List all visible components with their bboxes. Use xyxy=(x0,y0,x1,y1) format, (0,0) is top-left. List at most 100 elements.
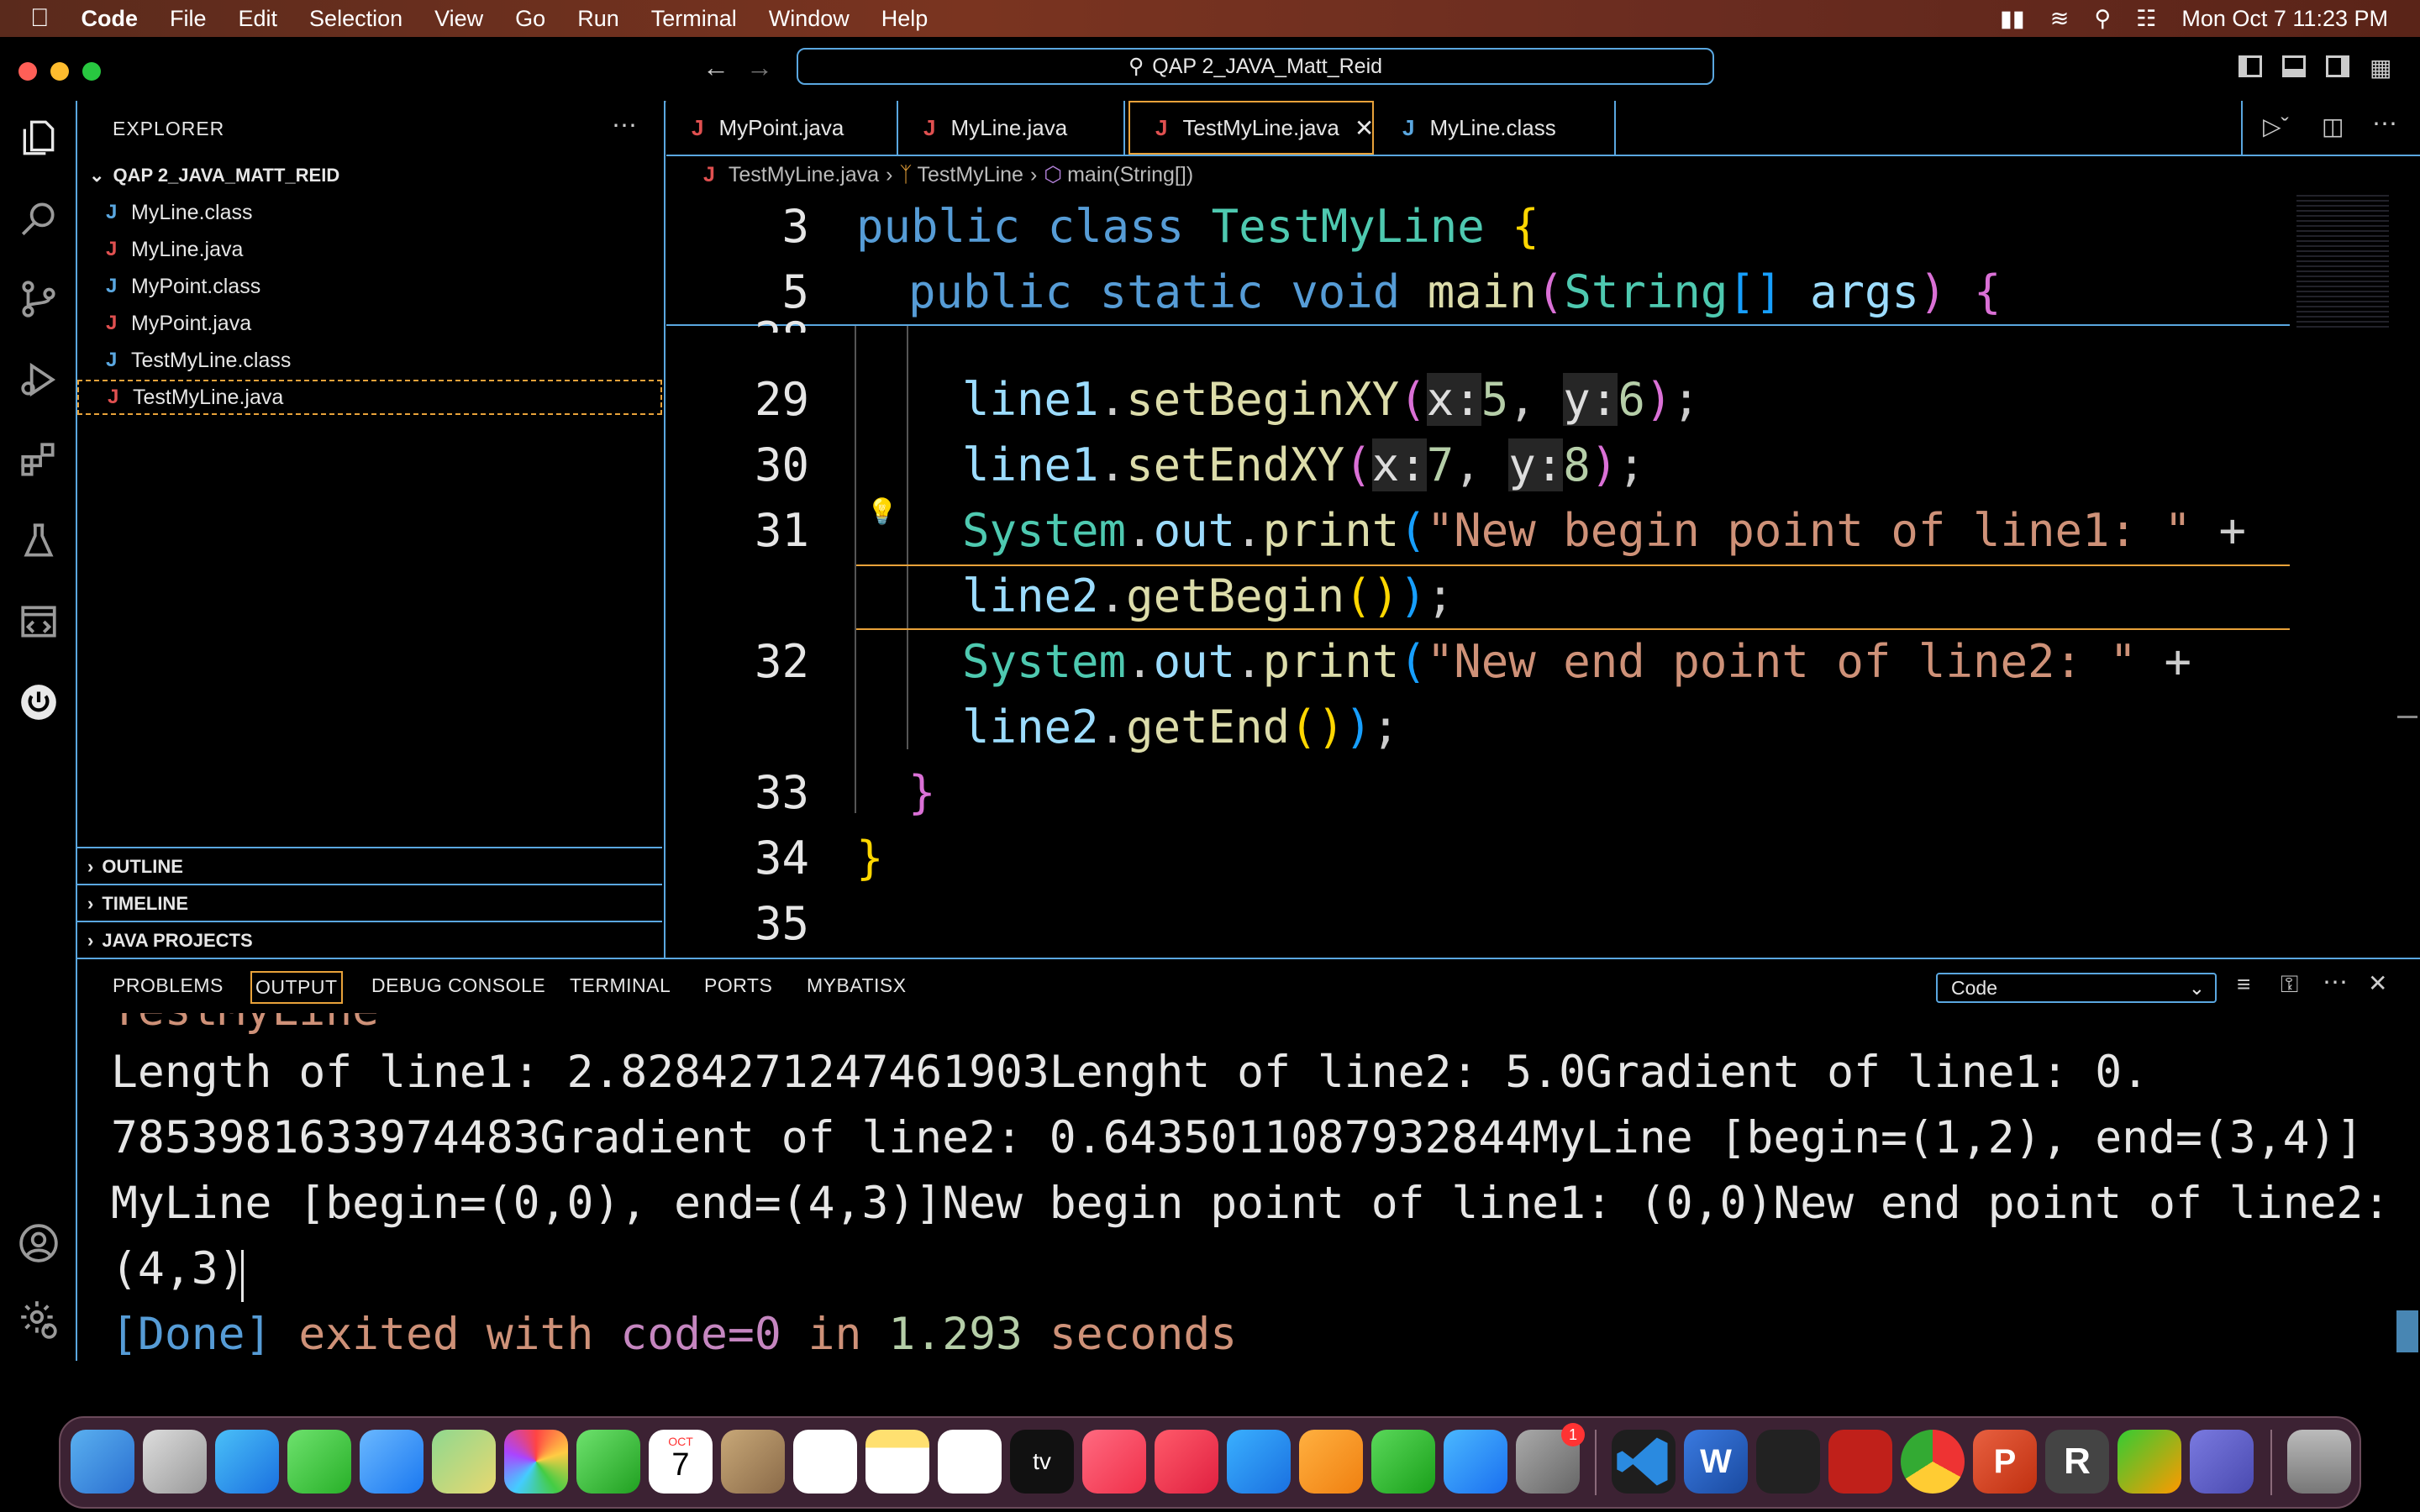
menu-run[interactable]: Run xyxy=(577,6,619,32)
accounts-icon[interactable] xyxy=(0,1210,77,1277)
menu-help[interactable]: Help xyxy=(881,6,929,32)
photos-icon[interactable] xyxy=(504,1430,568,1494)
more-actions-icon[interactable]: ⋯ xyxy=(612,111,637,140)
acrobat-icon[interactable] xyxy=(1828,1430,1892,1494)
trash-icon[interactable] xyxy=(2287,1430,2351,1494)
menu-file[interactable]: File xyxy=(170,6,207,32)
manage-gear-icon[interactable] xyxy=(0,1285,77,1352)
source-control-icon[interactable] xyxy=(0,265,77,333)
outline-section[interactable]: › OUTLINE xyxy=(77,847,662,885)
control-center-icon[interactable]: ☷ xyxy=(2136,6,2156,32)
remote-explorer-icon[interactable] xyxy=(0,588,77,655)
breadcrumb-class[interactable]: TestMyLine xyxy=(918,163,1023,187)
tab-problems[interactable]: PROBLEMS xyxy=(113,974,224,997)
breadcrumb-file[interactable]: TestMyLine.java xyxy=(729,163,879,187)
finder-icon[interactable] xyxy=(71,1430,134,1494)
tab-mybatisx[interactable]: MYBATISX xyxy=(807,974,907,997)
file-myline-java[interactable]: J MyLine.java xyxy=(77,232,662,267)
zoom-window-button[interactable] xyxy=(82,62,101,81)
menu-edit[interactable]: Edit xyxy=(239,6,278,32)
tab-testmyline-java[interactable]: J TestMyLine.java ✕ xyxy=(1128,101,1374,155)
explorer-icon[interactable] xyxy=(0,104,77,171)
customize-layout-icon[interactable]: ▦ xyxy=(2370,54,2391,81)
keynote-icon[interactable] xyxy=(1227,1430,1291,1494)
apple-tv-icon[interactable]: tv xyxy=(1010,1430,1074,1494)
numbers-icon[interactable] xyxy=(1371,1430,1435,1494)
power-extension-icon[interactable] xyxy=(0,669,77,736)
panel-more-icon[interactable]: ⋯ xyxy=(2323,968,2348,997)
freeform-icon[interactable] xyxy=(938,1430,1002,1494)
maps-icon[interactable] xyxy=(432,1430,496,1494)
minimize-window-button[interactable] xyxy=(50,62,69,81)
run-play-icon[interactable]: ▷ˇ xyxy=(2263,113,2289,140)
file-myline-class[interactable]: J MyLine.class xyxy=(77,195,662,230)
run-debug-icon[interactable] xyxy=(0,346,77,413)
battery-icon[interactable]: ▮▮ xyxy=(2000,6,2025,32)
lightbulb-icon[interactable]: 💡 xyxy=(866,497,897,527)
testing-icon[interactable] xyxy=(0,507,77,575)
notes-icon[interactable] xyxy=(865,1430,929,1494)
tab-mypoint-java[interactable]: J MyPoint.java xyxy=(666,101,898,155)
java-projects-section[interactable]: › JAVA PROJECTS xyxy=(77,921,662,959)
tab-ports[interactable]: PORTS xyxy=(704,974,772,997)
tab-output[interactable]: OUTPUT xyxy=(250,971,343,1004)
timeline-section[interactable]: › TIMELINE xyxy=(77,884,662,922)
reminders-icon[interactable] xyxy=(793,1430,857,1494)
powerpoint-icon[interactable]: P xyxy=(1973,1430,2037,1494)
wifi-icon[interactable]: ≋ xyxy=(2050,6,2070,32)
split-editor-icon[interactable]: ◫ xyxy=(2322,113,2344,140)
calendar-icon[interactable]: OCT 7 xyxy=(649,1430,713,1494)
breadcrumb-method[interactable]: main(String[]) xyxy=(1067,163,1193,187)
lock-scroll-icon[interactable]: ⚿ xyxy=(2281,971,2298,999)
search-icon[interactable] xyxy=(0,185,77,252)
code-editor[interactable]: 3 public class TestMyLine { 5 public sta… xyxy=(666,195,2420,956)
command-center-search[interactable]: ⚲ QAP 2_JAVA_Matt_Reid xyxy=(797,48,1714,85)
teams-icon[interactable] xyxy=(2190,1430,2254,1494)
tab-myline-java[interactable]: J MyLine.java xyxy=(898,101,1125,155)
chrome-icon[interactable] xyxy=(1901,1430,1965,1494)
pages-icon[interactable] xyxy=(1299,1430,1363,1494)
file-testmyline-class[interactable]: J TestMyLine.class xyxy=(77,343,662,378)
toggle-panel-icon[interactable] xyxy=(2282,55,2306,77)
toggle-secondary-sidebar-icon[interactable] xyxy=(2326,55,2349,77)
app-store-icon[interactable] xyxy=(1444,1430,1507,1494)
editor-more-icon[interactable]: ⋯ xyxy=(2372,109,2397,139)
output-channel-select[interactable]: Code ⌄ xyxy=(1936,973,2217,1003)
rider-icon[interactable]: R xyxy=(2045,1430,2109,1494)
clock[interactable]: Mon Oct 7 11:23 PM xyxy=(2181,6,2388,32)
launchpad-icon[interactable] xyxy=(143,1430,207,1494)
messages-icon[interactable] xyxy=(287,1430,351,1494)
close-window-button[interactable] xyxy=(18,62,37,81)
word-icon[interactable]: W xyxy=(1684,1430,1748,1494)
file-mypoint-java[interactable]: J MyPoint.java xyxy=(77,306,662,341)
menu-go[interactable]: Go xyxy=(515,6,545,32)
facetime-icon[interactable] xyxy=(576,1430,640,1494)
workspace-folder[interactable]: ⌄ QAP 2_JAVA_MATT_REID xyxy=(77,158,662,193)
apple-menu-icon[interactable]:  xyxy=(30,4,50,33)
music-icon[interactable] xyxy=(1082,1430,1146,1494)
menu-terminal[interactable]: Terminal xyxy=(651,6,737,32)
mail-icon[interactable] xyxy=(360,1430,424,1494)
file-testmyline-java[interactable]: J TestMyLine.java xyxy=(77,380,662,415)
figma-icon[interactable] xyxy=(1756,1430,1820,1494)
safari-icon[interactable] xyxy=(215,1430,279,1494)
tab-terminal[interactable]: TERMINAL xyxy=(570,974,671,997)
contacts-icon[interactable] xyxy=(721,1430,785,1494)
news-icon[interactable] xyxy=(1155,1430,1218,1494)
spotlight-icon[interactable]: ⚲ xyxy=(2094,6,2111,32)
clear-output-icon[interactable]: ≡ xyxy=(2237,971,2250,998)
menu-view[interactable]: View xyxy=(434,6,483,32)
close-tab-icon[interactable]: ✕ xyxy=(1355,114,1374,142)
forward-arrow-icon[interactable]: → xyxy=(746,52,773,83)
menu-window[interactable]: Window xyxy=(769,6,850,32)
file-mypoint-class[interactable]: J MyPoint.class xyxy=(77,269,662,304)
app-menu[interactable]: Code xyxy=(82,6,139,32)
installer-icon[interactable] xyxy=(2118,1430,2181,1494)
extensions-icon[interactable] xyxy=(0,427,77,494)
system-settings-icon[interactable]: 1 xyxy=(1516,1423,1585,1494)
menu-selection[interactable]: Selection xyxy=(309,6,402,32)
tab-myline-class[interactable]: J MyLine.class xyxy=(1377,101,1616,155)
tab-debug-console[interactable]: DEBUG CONSOLE xyxy=(371,974,545,997)
close-panel-icon[interactable]: ✕ xyxy=(2368,969,2387,997)
toggle-sidebar-icon[interactable] xyxy=(2238,55,2262,77)
